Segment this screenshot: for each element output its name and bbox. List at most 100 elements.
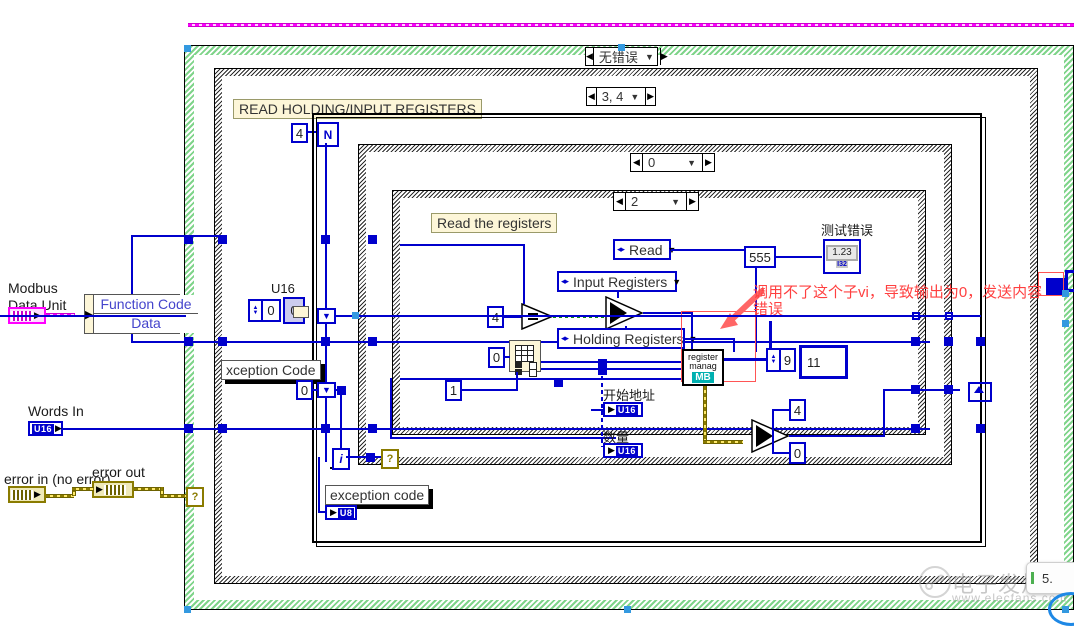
constant-select-true[interactable]: 4	[789, 399, 806, 421]
wire-junction-sel-b	[944, 385, 953, 394]
outer-frame-handle-bl[interactable]	[184, 606, 191, 613]
wire-junction-top-c	[321, 235, 330, 244]
toast-popup[interactable]: 5.	[1026, 562, 1074, 594]
enum-read-value: Read	[629, 241, 663, 258]
control-nine-value: 9	[783, 352, 792, 368]
case-prev-arrow-icon[interactable]: ◀	[587, 88, 597, 105]
wire-junction-idx-3	[554, 378, 563, 387]
wire-junction-words-f	[976, 424, 985, 433]
select-node-icon	[605, 295, 644, 331]
case-selector-function-code[interactable]: ◀ 3, 4 ▼ ▶	[586, 87, 656, 106]
index-arrow-icon-1	[515, 362, 522, 368]
control-nine-spinner[interactable]: ▲ ▼ 9	[766, 348, 796, 372]
wire-words-in	[63, 428, 930, 430]
conditional-terminal-error[interactable]: ?	[186, 487, 204, 507]
wire-subvi-error-out	[703, 386, 707, 442]
terminal-label-error-out: error out	[92, 464, 145, 480]
enum-left-right-icon[interactable]: ◂▸	[615, 244, 626, 255]
node-index-array[interactable]	[509, 340, 541, 377]
case-next-arrow-icon[interactable]: ▶	[702, 154, 714, 171]
node-select-bottom[interactable]	[751, 418, 790, 454]
ring-chevron-lower[interactable]: ▼	[317, 382, 336, 398]
chevron-down-icon[interactable]: ▼	[685, 158, 702, 168]
outer-frame-handle-mr[interactable]	[1062, 320, 1069, 327]
spinner-arrows-icon[interactable]: ▲ ▼	[250, 301, 263, 320]
wire-junction-c	[321, 337, 330, 346]
right-edge-node[interactable]	[1065, 270, 1074, 292]
terminal-start-address[interactable]: ▶ U16	[603, 402, 643, 417]
wire-lower-mid	[0, 315, 186, 317]
terminal-error-out[interactable]: ▶	[92, 481, 134, 498]
unbundle-input-stub: ▶	[85, 295, 95, 333]
type-badge-u16: U16	[615, 404, 638, 415]
shift-register-up-box[interactable]	[968, 382, 992, 402]
spinner-arrows-icon[interactable]: ▲ ▼	[768, 350, 781, 370]
wire-junction-d	[368, 337, 377, 346]
wire-error-step-top	[72, 487, 94, 491]
conditional-terminal-loop[interactable]: ?	[381, 449, 399, 469]
node-unbundle-by-name[interactable]: ▶ Function Code Data	[84, 294, 198, 334]
chevron-down-icon[interactable]: ▼	[670, 277, 685, 287]
chevron-down-icon[interactable]: ▼	[643, 52, 660, 62]
wire-zero-a	[313, 389, 317, 391]
case-selector-outer-handle[interactable]	[618, 44, 625, 51]
indicator-test-error[interactable]: 1.23 I32	[823, 239, 861, 274]
wire-junction-top-b	[218, 235, 227, 244]
enum-holding-registers-value: Holding Registers	[573, 330, 684, 347]
case-prev-arrow-icon[interactable]: ◀	[631, 154, 643, 171]
constant-compare-four[interactable]: 4	[487, 306, 504, 328]
case-next-arrow-icon[interactable]: ▶	[659, 48, 668, 65]
enum-read[interactable]: ◂▸ Read ▼	[613, 239, 676, 260]
enum-left-right-icon[interactable]: ◂▸	[559, 333, 570, 344]
wire-compare-in-top	[523, 244, 525, 304]
case-zero-handle[interactable]	[352, 312, 359, 319]
terminal-error-in[interactable]: ▶	[8, 486, 46, 503]
node-bundle-small[interactable]	[287, 293, 313, 320]
subvi-line2: manag	[689, 360, 717, 371]
enum-holding-registers[interactable]: ◂▸ Holding Registers ▼	[557, 328, 697, 349]
enum-input-registers-value: Input Registers	[573, 273, 668, 290]
type-badge-u16: U16	[615, 445, 638, 456]
enum-input-registers[interactable]: ◂▸ Input Registers ▼	[557, 271, 681, 292]
case-selector-zero[interactable]: ◀ 0 ▼ ▶	[630, 153, 715, 172]
case-next-arrow-icon[interactable]: ▶	[645, 88, 655, 105]
indicator-test-error-value: 1.23	[826, 245, 858, 261]
case-prev-arrow-icon[interactable]: ◀	[614, 193, 626, 210]
subvi-register-manager[interactable]: register manag MB	[682, 349, 724, 386]
case-next-arrow-icon[interactable]: ▶	[686, 193, 698, 210]
indicator-eleven[interactable]: 11	[799, 345, 848, 379]
green-frame-handle-mid[interactable]	[1062, 290, 1069, 297]
case-selector-two[interactable]: ◀ 2 ▼ ▶	[613, 192, 699, 211]
node-select[interactable]	[605, 295, 644, 331]
wire-compare-in-top-h	[400, 244, 524, 246]
terminal-exception-code[interactable]: ▶ U8	[325, 505, 357, 520]
unbundle-row-function-code: Function Code	[94, 295, 198, 314]
wire-index-out-2	[541, 368, 687, 370]
constant-loop-count[interactable]: 4	[291, 123, 308, 143]
constant-test-error[interactable]: 555	[744, 246, 776, 268]
constant-zero-a[interactable]: 0	[296, 380, 313, 400]
wire-junction-sel-a	[911, 385, 920, 394]
terminal-arrow-icon: ▶	[608, 404, 615, 414]
wire-junction-g	[976, 337, 985, 346]
control-u16-spinner[interactable]: ▲ ▼ 0	[248, 299, 281, 322]
terminal-quantity[interactable]: ▶ U16	[603, 443, 643, 458]
chevron-down-icon[interactable]: ▼	[628, 92, 645, 102]
wire-index-out-1	[541, 361, 687, 363]
wire-unbundle-top-h	[131, 235, 227, 237]
constant-index-zero[interactable]: 0	[488, 347, 505, 368]
outer-frame-handle-tl[interactable]	[184, 45, 191, 52]
loop-iteration-terminal[interactable]: i	[332, 448, 350, 470]
wire-index-out-3h	[390, 437, 616, 439]
constant-index-one[interactable]: 1	[445, 380, 462, 401]
chevron-down-icon[interactable]: ▼	[669, 197, 686, 207]
wire-junction-e	[911, 337, 920, 346]
enum-left-right-icon[interactable]: ◂▸	[559, 276, 570, 287]
outer-frame-handle-bc[interactable]	[624, 606, 631, 613]
ring-chevron-upper[interactable]: ▼	[317, 308, 336, 324]
label-exception-code-upper: xception Code	[221, 360, 321, 380]
case-prev-arrow-icon[interactable]: ◀	[586, 48, 594, 65]
case-selector-function-code-value: 3, 4	[601, 89, 624, 104]
terminal-words-in[interactable]: U16 ▶	[28, 421, 63, 436]
constant-select-false[interactable]: 0	[789, 442, 806, 464]
